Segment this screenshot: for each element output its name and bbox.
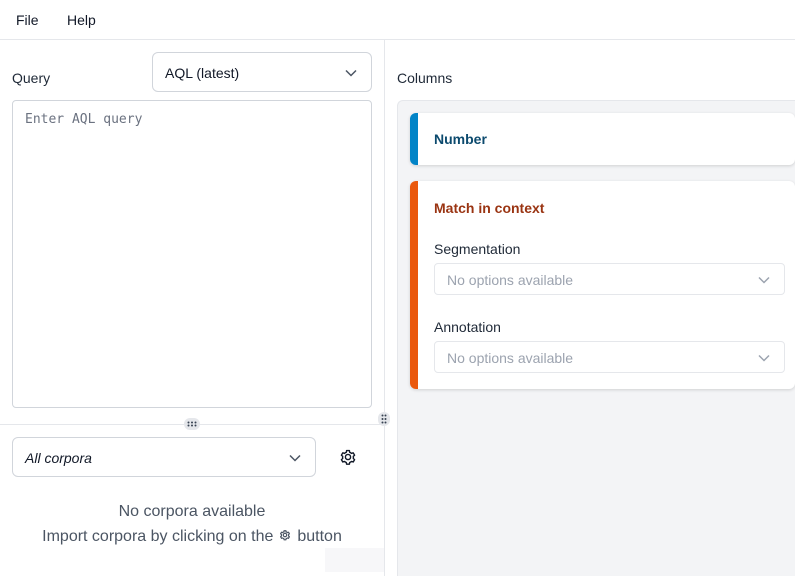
menu-file[interactable]: File [16, 12, 39, 28]
annotation-select-value: No options available [447, 350, 574, 366]
no-corpora-message: No corpora available [118, 503, 266, 520]
query-language-value: AQL (latest) [165, 65, 240, 81]
column-card-match-in-context[interactable]: Match in context Segmentation No options… [410, 181, 795, 389]
import-corpora-hint: Import corpora by clicking on the button [0, 527, 384, 548]
corpora-select-value: All corpora [25, 450, 92, 466]
segmentation-label: Segmentation [434, 241, 521, 257]
columns-label: Columns [397, 70, 453, 86]
annotation-label: Annotation [434, 319, 501, 335]
chevron-down-icon [289, 454, 301, 462]
column-title: Number [434, 131, 487, 147]
import-hint-suffix: button [297, 528, 342, 545]
chevron-down-icon [758, 354, 770, 362]
drag-handle-icon [187, 421, 197, 427]
gear-icon [340, 449, 356, 465]
gear-icon [277, 527, 293, 548]
query-editor-placeholder: Enter AQL query [25, 112, 143, 127]
column-color-stripe [410, 181, 418, 389]
segmentation-select[interactable]: No options available [434, 263, 785, 295]
drag-handle-icon [381, 414, 387, 424]
query-label: Query [12, 70, 51, 86]
menu-help[interactable]: Help [67, 12, 96, 28]
query-editor[interactable]: Enter AQL query [12, 100, 372, 408]
horizontal-splitter-handle[interactable] [184, 418, 200, 430]
column-card-number[interactable]: Number [410, 113, 795, 165]
query-language-select[interactable]: AQL (latest) [152, 52, 372, 92]
chevron-down-icon [345, 69, 357, 77]
corpora-settings-button[interactable] [336, 445, 360, 469]
vertical-splitter-handle[interactable] [378, 412, 390, 426]
column-title: Match in context [434, 200, 545, 216]
import-hint-prefix: Import corpora by clicking on the [42, 528, 274, 545]
chevron-down-icon [758, 276, 770, 284]
annotation-select[interactable]: No options available [434, 341, 785, 373]
corpora-select[interactable]: All corpora [12, 437, 316, 477]
column-color-stripe [410, 113, 418, 165]
vertical-splitter[interactable] [384, 40, 397, 576]
segmentation-select-value: No options available [447, 272, 574, 288]
menu-bar: File Help [0, 0, 795, 40]
